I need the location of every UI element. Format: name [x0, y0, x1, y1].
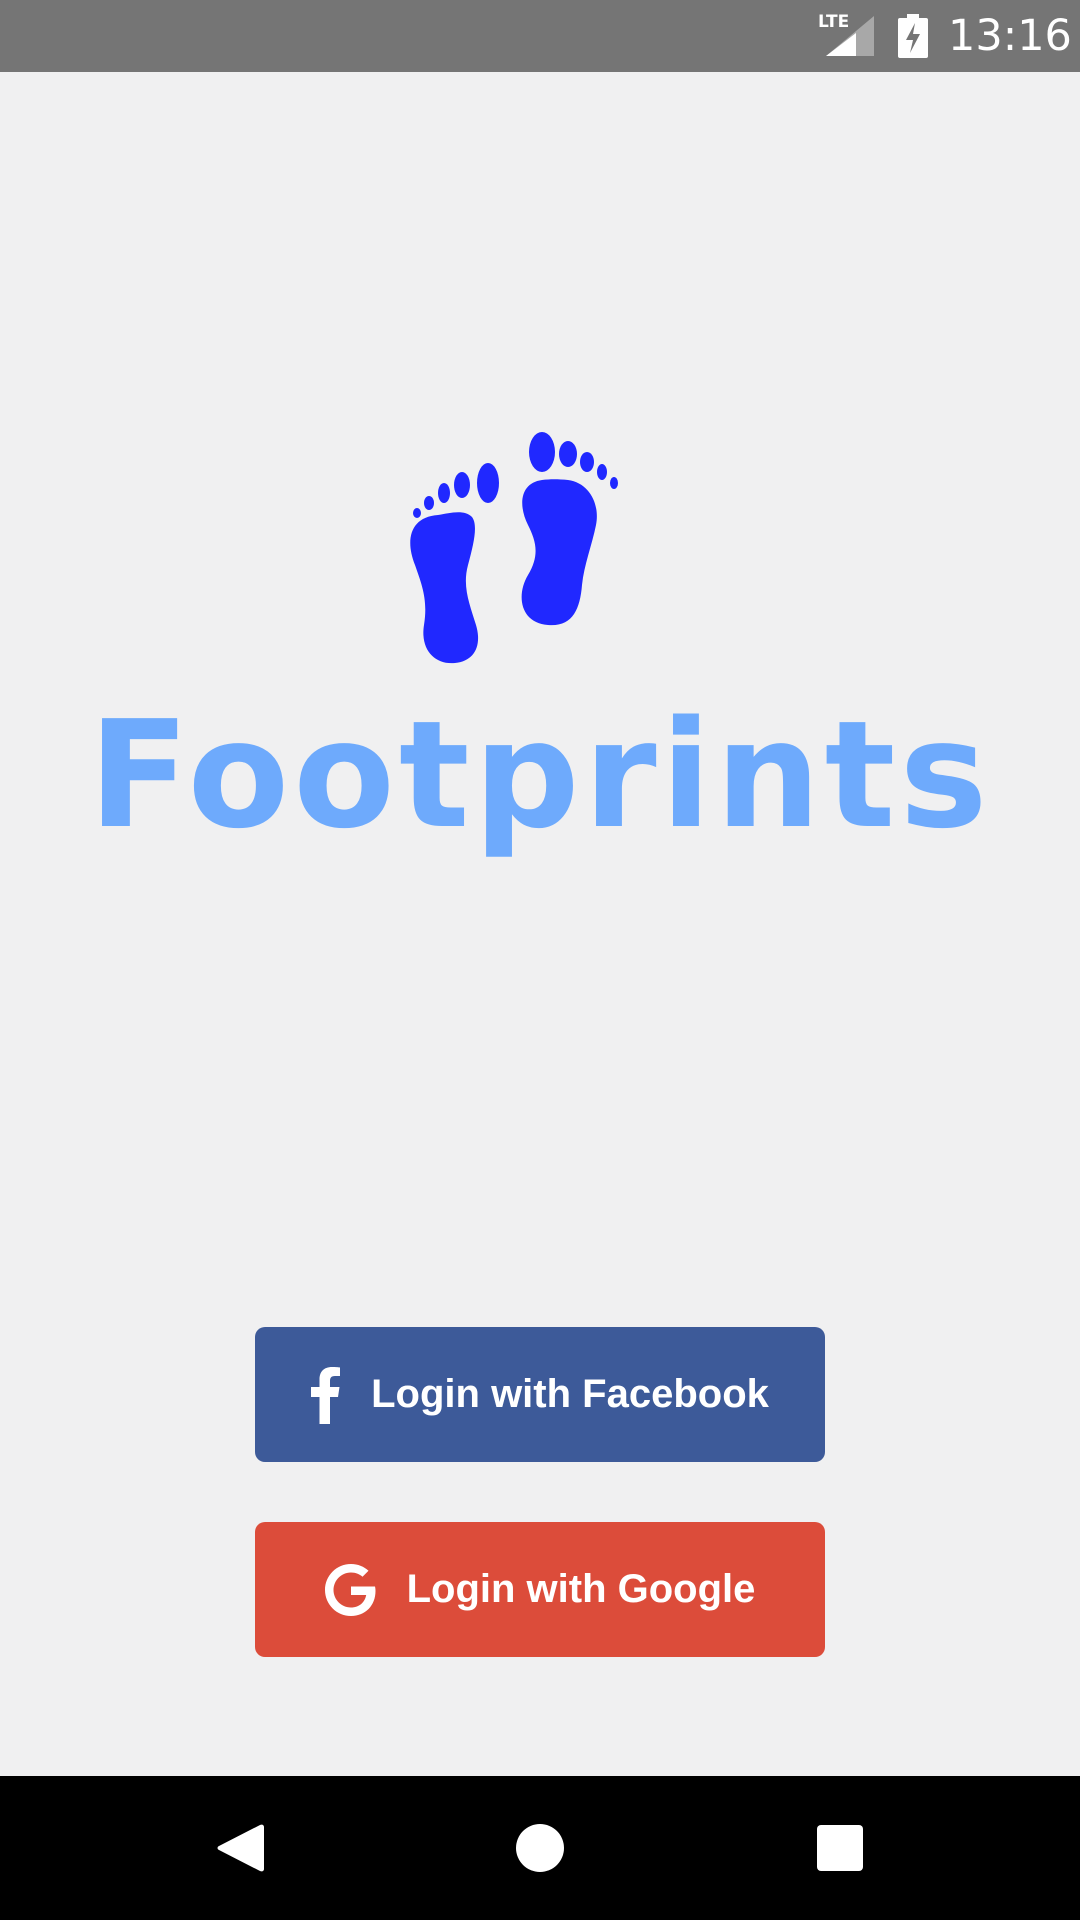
- facebook-icon: [311, 1366, 341, 1424]
- status-bar: LTE 13:16: [0, 0, 1080, 72]
- login-facebook-button[interactable]: Login with Facebook: [255, 1327, 825, 1462]
- app-title: Footprints: [88, 689, 992, 861]
- lte-signal-icon: LTE: [818, 12, 874, 56]
- battery-charging-icon: [898, 14, 928, 58]
- home-icon: [516, 1824, 564, 1872]
- login-google-label: Login with Google: [406, 1567, 756, 1611]
- google-icon: [324, 1563, 376, 1616]
- back-icon: [217, 1824, 264, 1872]
- footprints-icon: [410, 432, 618, 664]
- network-label: LTE: [818, 12, 849, 32]
- status-time: 13:16: [948, 11, 1072, 61]
- recents-button[interactable]: [768, 1776, 912, 1920]
- login-facebook-label: Login with Facebook: [371, 1372, 769, 1416]
- login-google-button[interactable]: Login with Google: [255, 1522, 825, 1657]
- home-button[interactable]: [468, 1776, 612, 1920]
- back-button[interactable]: [168, 1776, 312, 1920]
- recents-icon: [817, 1825, 863, 1871]
- navigation-bar: [0, 1776, 1080, 1920]
- login-screen: LTE 13:16 Footprints Login with Facebook…: [0, 0, 1080, 1920]
